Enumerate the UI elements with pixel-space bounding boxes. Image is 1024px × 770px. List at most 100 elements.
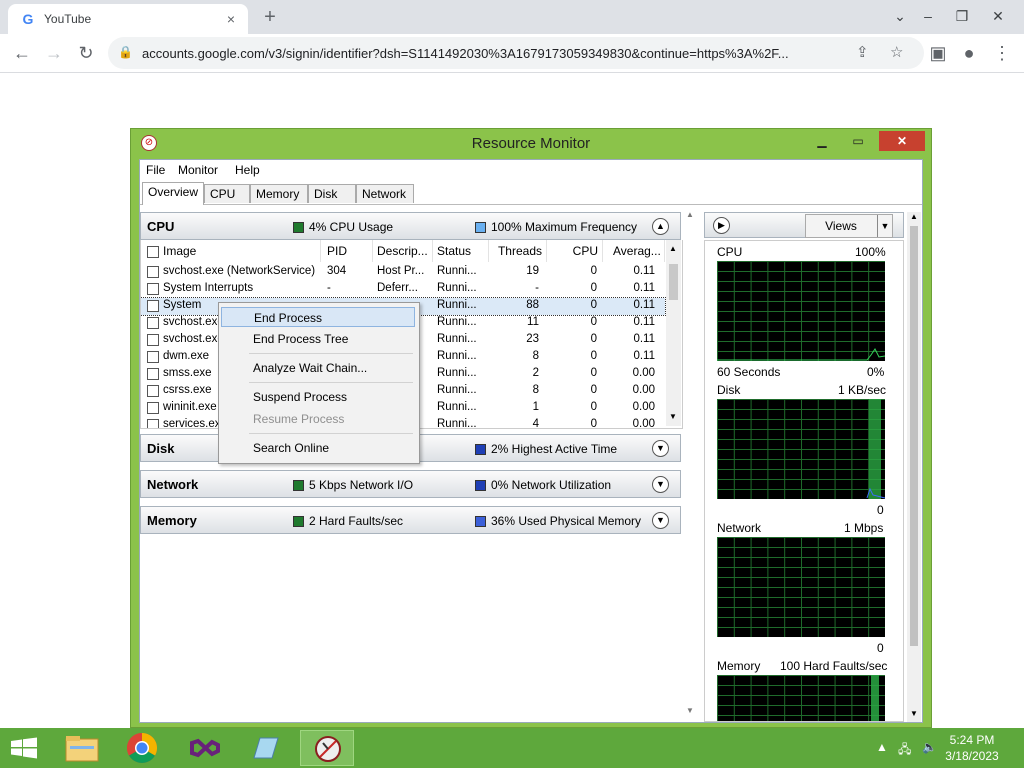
row-checkbox[interactable] <box>147 351 159 363</box>
row-checkbox[interactable] <box>147 402 159 414</box>
tab-cpu[interactable]: CPU <box>204 184 250 203</box>
scroll-up-icon[interactable]: ▲ <box>910 212 918 221</box>
network-section-header[interactable]: Network 5 Kbps Network I/O 0% Network Ut… <box>140 470 681 498</box>
tab-network[interactable]: Network <box>356 184 414 203</box>
row-checkbox[interactable] <box>147 385 159 397</box>
menu-suspend-process[interactable]: Suspend Process <box>221 387 415 407</box>
network-tray-icon[interactable]: 🖧 <box>898 740 911 761</box>
col-cpu[interactable]: CPU <box>547 240 603 262</box>
browser-tab[interactable]: G YouTube × <box>8 4 248 34</box>
row-checkbox[interactable] <box>147 266 159 278</box>
graph-pane-scrollbar[interactable]: ▲ ▼ <box>907 212 921 722</box>
row-checkbox[interactable] <box>147 334 159 346</box>
col-description[interactable]: Descrip... <box>373 240 433 262</box>
rm-close-button[interactable]: ✕ <box>879 131 925 151</box>
scrollbar-thumb[interactable] <box>910 226 918 646</box>
menu-file[interactable]: File <box>146 163 165 177</box>
tab-close-button[interactable]: × <box>222 10 240 28</box>
show-hidden-icons[interactable]: ▲ <box>876 740 888 754</box>
cell-average: 0.11 <box>633 333 655 345</box>
file-explorer-icon[interactable] <box>56 730 110 766</box>
col-average[interactable]: Averag... <box>603 240 665 262</box>
rm-maximize-button[interactable]: ▭ <box>845 131 871 151</box>
close-window-button[interactable]: ✕ <box>984 4 1012 28</box>
back-icon[interactable]: ← <box>10 41 34 65</box>
menu-end-process-tree[interactable]: End Process Tree <box>221 329 415 349</box>
dropdown-arrow-icon[interactable]: ▼ <box>877 215 892 237</box>
tab-disk[interactable]: Disk <box>308 184 356 203</box>
start-button[interactable] <box>0 730 54 766</box>
notepad-icon[interactable] <box>238 730 292 766</box>
cell-image: System Interrupts <box>163 282 254 294</box>
rm-graph-pane: ▶ Views ▼ CPU 100% 60 Seconds 0% Disk 1 … <box>704 212 922 722</box>
cell-threads: - <box>535 282 539 294</box>
rm-minimize-button[interactable]: ▁ <box>809 131 835 151</box>
cell-cpu: 0 <box>590 384 597 396</box>
left-pane-scrollbar[interactable]: ▲ ▼ <box>684 210 698 720</box>
restore-button[interactable]: ❐ <box>948 4 976 28</box>
col-image[interactable]: Image <box>141 240 321 262</box>
table-row[interactable]: System Interrupts - Deferr... Runni... -… <box>141 281 665 298</box>
reload-icon[interactable]: ↻ <box>74 41 98 65</box>
views-dropdown[interactable]: Views ▼ <box>805 214 893 238</box>
menu-monitor[interactable]: Monitor <box>178 163 218 177</box>
row-checkbox[interactable] <box>147 419 159 428</box>
scroll-up-icon[interactable]: ▲ <box>686 210 694 219</box>
forward-icon[interactable]: → <box>42 41 66 65</box>
expand-arrow-icon[interactable]: ▶ <box>713 217 730 234</box>
scroll-down-icon[interactable]: ▼ <box>669 412 677 421</box>
menu-analyze-wait-chain[interactable]: Analyze Wait Chain... <box>221 358 415 378</box>
rm-title-bar[interactable]: ⊘ Resource Monitor ▁ ▭ ✕ <box>131 129 931 157</box>
table-scrollbar[interactable]: ▲ ▼ <box>666 240 681 426</box>
side-panel-icon[interactable]: ▣ <box>926 41 950 65</box>
share-icon[interactable]: ⇪ <box>856 43 869 61</box>
scrollbar-thumb[interactable] <box>669 264 678 300</box>
taskbar-clock[interactable]: 5:24 PM 3/18/2023 <box>942 732 1002 764</box>
visual-studio-icon[interactable] <box>178 730 232 766</box>
network-graph-max: 1 Mbps <box>844 521 884 535</box>
menu-help[interactable]: Help <box>235 163 260 177</box>
tab-overview[interactable]: Overview <box>142 182 204 205</box>
table-row[interactable]: svchost.exe (NetworkService) 304 Host Pr… <box>141 264 665 281</box>
tab-search-icon[interactable]: ⌄ <box>886 4 914 28</box>
row-checkbox[interactable] <box>147 283 159 295</box>
cell-status: Runni... <box>437 384 477 396</box>
memory-graph <box>717 675 885 721</box>
chrome-icon[interactable] <box>115 730 169 766</box>
bookmark-star-icon[interactable]: ☆ <box>890 43 903 61</box>
col-pid[interactable]: PID <box>321 240 373 262</box>
collapse-chevron-icon[interactable]: ▲ <box>652 218 669 235</box>
menu-end-process[interactable]: End Process <box>221 307 415 327</box>
scroll-down-icon[interactable]: ▼ <box>686 706 694 715</box>
expand-chevron-icon[interactable]: ▼ <box>652 476 669 493</box>
tab-memory[interactable]: Memory <box>250 184 308 203</box>
row-checkbox[interactable] <box>147 300 159 312</box>
cell-status: Runni... <box>437 299 477 311</box>
row-checkbox[interactable] <box>147 368 159 380</box>
lock-icon[interactable]: 🔒 <box>118 45 133 59</box>
profile-avatar-icon[interactable]: ● <box>957 41 981 65</box>
expand-chevron-icon[interactable]: ▼ <box>652 440 669 457</box>
volume-tray-icon[interactable]: 🔈 <box>922 740 937 754</box>
cell-cpu: 0 <box>590 265 597 277</box>
cpu-section-header[interactable]: CPU 4% CPU Usage 100% Maximum Frequency … <box>140 212 681 240</box>
menu-search-online[interactable]: Search Online <box>221 438 415 458</box>
url-text[interactable]: accounts.google.com/v3/signin/identifier… <box>142 46 842 61</box>
row-checkbox[interactable] <box>147 317 159 329</box>
new-tab-button[interactable]: + <box>258 6 282 30</box>
minimize-button[interactable]: – <box>914 4 942 28</box>
address-bar[interactable]: 🔒 accounts.google.com/v3/signin/identifi… <box>108 37 924 69</box>
disk-active-swatch <box>475 444 486 455</box>
col-threads[interactable]: Threads <box>489 240 547 262</box>
expand-chevron-icon[interactable]: ▼ <box>652 512 669 529</box>
cpu-frequency-text: 100% Maximum Frequency <box>491 220 638 234</box>
scroll-up-icon[interactable]: ▲ <box>669 244 677 253</box>
network-util-text: 0% Network Utilization <box>491 478 612 492</box>
scroll-down-icon[interactable]: ▼ <box>910 709 918 718</box>
select-all-checkbox[interactable] <box>147 246 159 258</box>
memory-section-header[interactable]: Memory 2 Hard Faults/sec 36% Used Physic… <box>140 506 681 534</box>
resource-monitor-taskbar-icon[interactable] <box>300 730 354 766</box>
col-status[interactable]: Status <box>433 240 489 262</box>
menu-kebab-icon[interactable]: ⋮ <box>990 41 1014 65</box>
cpu-graph-max: 100% <box>855 245 886 259</box>
